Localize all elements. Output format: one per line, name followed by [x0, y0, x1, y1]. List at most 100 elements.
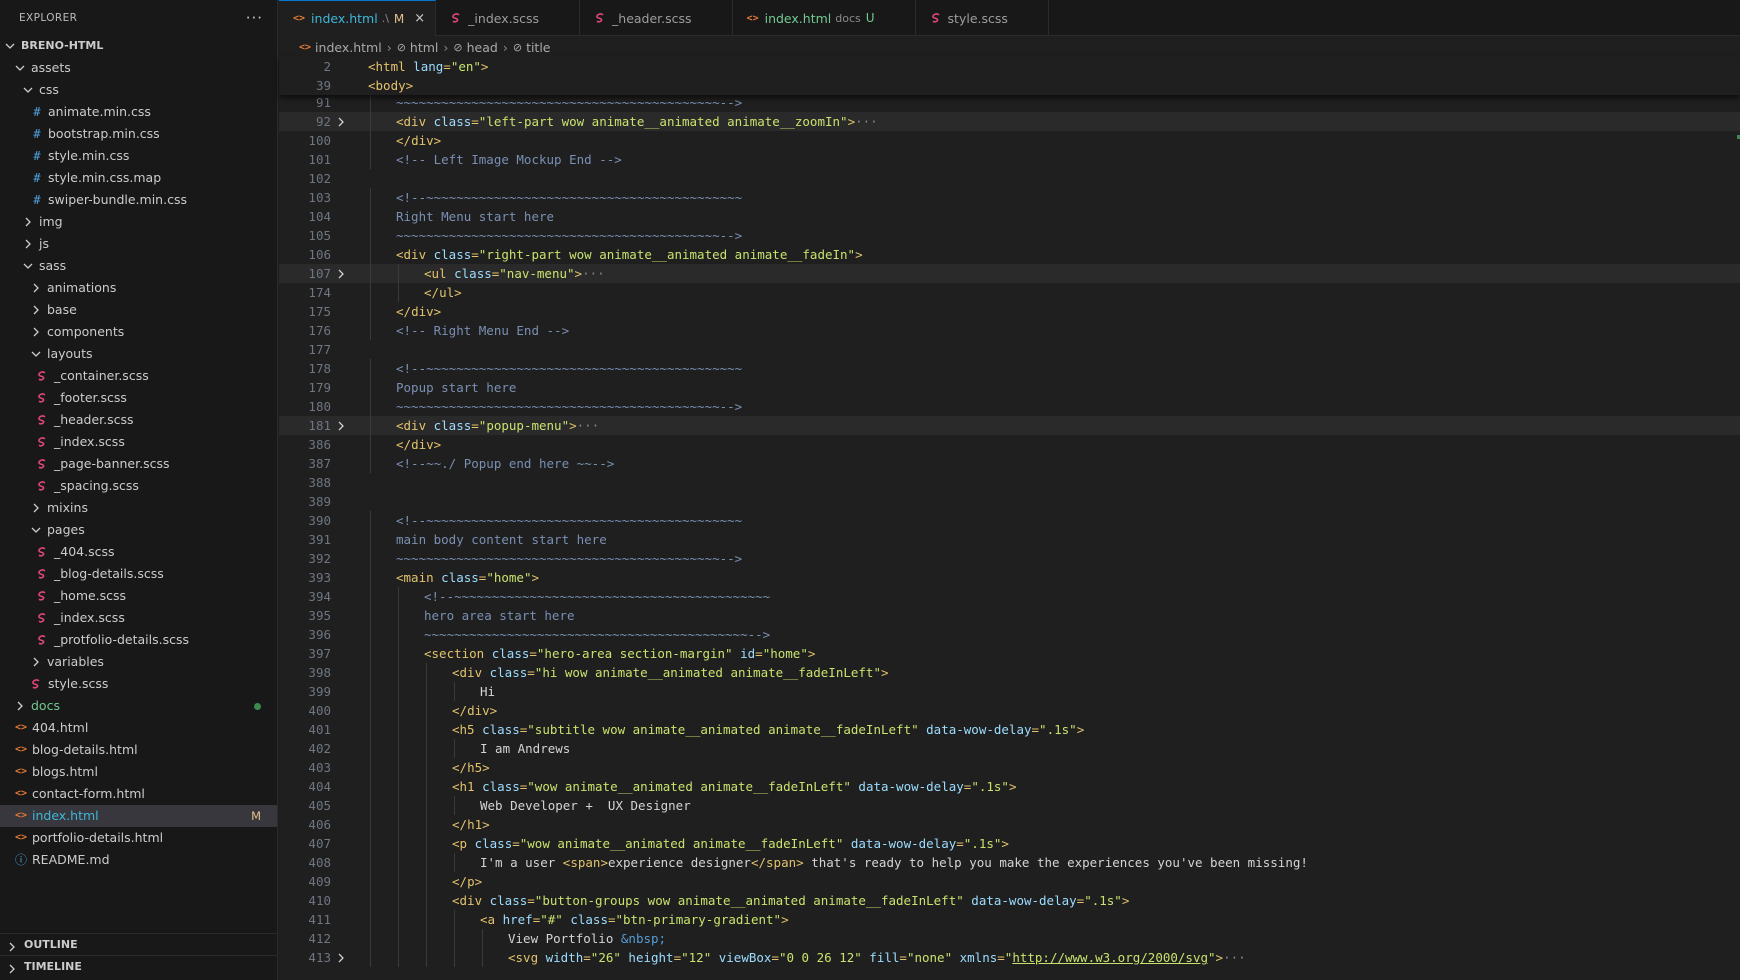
- folded-ellipsis[interactable]: ···: [582, 266, 605, 281]
- tree-file[interactable]: _container.scss: [0, 365, 277, 387]
- breadcrumb-item[interactable]: ⊘ html: [397, 40, 439, 55]
- code-line[interactable]: 178 <!--~~~~~~~~~~~~~~~~~~~~~~~~~~~~~~~~~…: [279, 359, 1740, 378]
- code-line[interactable]: 396 ~~~~~~~~~~~~~~~~~~~~~~~~~~~~~~~~~~~~~…: [279, 625, 1740, 644]
- code-line[interactable]: 101 <!-- Left Image Mockup End -->: [279, 150, 1740, 169]
- tree-file[interactable]: _home.scss: [0, 585, 277, 607]
- tree-folder[interactable]: css: [0, 79, 277, 101]
- code-line[interactable]: 403 </h5>: [279, 758, 1740, 777]
- breadcrumb-item[interactable]: <> index.html: [299, 40, 382, 55]
- tree-file[interactable]: <> blogs.html: [0, 761, 277, 783]
- code-line[interactable]: 103 <!--~~~~~~~~~~~~~~~~~~~~~~~~~~~~~~~~~…: [279, 188, 1740, 207]
- code-line[interactable]: 177: [279, 340, 1740, 359]
- code-line[interactable]: 393 <main class="home">: [279, 568, 1740, 587]
- code-line[interactable]: 398 <div class="hi wow animate__animated …: [279, 663, 1740, 682]
- code-line[interactable]: 91 ~~~~~~~~~~~~~~~~~~~~~~~~~~~~~~~~~~~~~~…: [279, 93, 1740, 112]
- tree-folder[interactable]: assets: [0, 57, 277, 79]
- code-view[interactable]: 2 <html lang="en"> 39 <body> 91 ~~~~~~~~~~~~…: [279, 57, 1740, 980]
- breadcrumb-item[interactable]: ⊘ title: [513, 40, 551, 55]
- tree-folder[interactable]: docs: [0, 695, 277, 717]
- tree-folder[interactable]: base: [0, 299, 277, 321]
- code-line[interactable]: 397 <section class="hero-area section-mar…: [279, 644, 1740, 663]
- code-line[interactable]: 406 </h1>: [279, 815, 1740, 834]
- code-line[interactable]: 405 Web Developer + UX Designer: [279, 796, 1740, 815]
- code-line[interactable]: 106 <div class="right-part wow animate__a…: [279, 245, 1740, 264]
- code-line[interactable]: 411 <a href="#" class="btn-primary-gradie…: [279, 910, 1740, 929]
- editor-tab[interactable]: _index.scss: [436, 0, 581, 36]
- tree-file[interactable]: <> 404.html: [0, 717, 277, 739]
- fold-chevron-icon[interactable]: [331, 416, 351, 435]
- code-line[interactable]: 401 <h5 class = "subtitle wow animate__anim…: [279, 720, 1740, 739]
- tree-file[interactable]: # style.min.css: [0, 145, 277, 167]
- code-line[interactable]: 404 <h1 class="wow animate__animated anim…: [279, 777, 1740, 796]
- tree-folder[interactable]: variables: [0, 651, 277, 673]
- fold-chevron-icon[interactable]: [331, 264, 351, 283]
- code-line[interactable]: 390 <!--~~~~~~~~~~~~~~~~~~~~~~~~~~~~~~~~~…: [279, 511, 1740, 530]
- code-line[interactable]: 175 </div>: [279, 302, 1740, 321]
- tree-folder[interactable]: layouts: [0, 343, 277, 365]
- code-line[interactable]: 402 I am Andrews: [279, 739, 1740, 758]
- more-actions-icon[interactable]: ···: [246, 9, 263, 27]
- tree-file[interactable]: _header.scss: [0, 409, 277, 431]
- tree-file[interactable]: <> index.html M: [0, 805, 277, 827]
- tree-folder[interactable]: mixins: [0, 497, 277, 519]
- tree-file[interactable]: _404.scss: [0, 541, 277, 563]
- link-url[interactable]: http://www.w3.org/2000/svg: [1012, 950, 1208, 965]
- code-line[interactable]: 2 <html lang="en">: [279, 57, 1740, 76]
- code-line[interactable]: 104 Right Menu start here: [279, 207, 1740, 226]
- tree-file[interactable]: <> contact-form.html: [0, 783, 277, 805]
- code-line[interactable]: 408 I'm a user <span>experience designer<…: [279, 853, 1740, 872]
- code-line[interactable]: 107 <ul class="nav-menu">···: [279, 264, 1740, 283]
- tree-file[interactable]: _spacing.scss: [0, 475, 277, 497]
- editor-tab[interactable]: <> index.html .\ M ×: [279, 0, 437, 36]
- tree-file[interactable]: _protfolio-details.scss: [0, 629, 277, 651]
- code-line[interactable]: 176 <!-- Right Menu End -->: [279, 321, 1740, 340]
- tree-file[interactable]: _blog-details.scss: [0, 563, 277, 585]
- tree-file[interactable]: ⓘ README.md: [0, 849, 277, 871]
- tree-file[interactable]: _page-banner.scss: [0, 453, 277, 475]
- tree-folder[interactable]: animations: [0, 277, 277, 299]
- tree-file[interactable]: _index.scss: [0, 607, 277, 629]
- tree-file[interactable]: # animate.min.css: [0, 101, 277, 123]
- tree-folder[interactable]: components: [0, 321, 277, 343]
- code-line[interactable]: 105 ~~~~~~~~~~~~~~~~~~~~~~~~~~~~~~~~~~~~~…: [279, 226, 1740, 245]
- tree-file[interactable]: _footer.scss: [0, 387, 277, 409]
- code-line[interactable]: 180 ~~~~~~~~~~~~~~~~~~~~~~~~~~~~~~~~~~~~~…: [279, 397, 1740, 416]
- code-line[interactable]: 179 Popup start here: [279, 378, 1740, 397]
- code-line[interactable]: 389: [279, 492, 1740, 511]
- fold-chevron-icon[interactable]: [331, 948, 351, 967]
- code-line[interactable]: 400 </div>: [279, 701, 1740, 720]
- code-line[interactable]: 394 <!--~~~~~~~~~~~~~~~~~~~~~~~~~~~~~~~~~…: [279, 587, 1740, 606]
- code-line[interactable]: 391 main body content start here: [279, 530, 1740, 549]
- tree-file[interactable]: # swiper-bundle.min.css: [0, 189, 277, 211]
- close-icon[interactable]: ×: [414, 11, 425, 26]
- tree-folder[interactable]: js: [0, 233, 277, 255]
- tree-file[interactable]: # style.min.css.map: [0, 167, 277, 189]
- code-line[interactable]: 409 </p>: [279, 872, 1740, 891]
- code-line[interactable]: 102: [279, 169, 1740, 188]
- editor-tab[interactable]: <> index.html docs U: [733, 0, 916, 36]
- outline-panel-header[interactable]: OUTLINE: [0, 933, 278, 955]
- folded-ellipsis[interactable]: ···: [1223, 950, 1246, 965]
- code-line[interactable]: 407 <p class="wow animate__animated anima…: [279, 834, 1740, 853]
- timeline-panel-header[interactable]: TIMELINE: [0, 955, 278, 977]
- code-line[interactable]: 412 View Portfolio &nbsp;: [279, 929, 1740, 948]
- breadcrumb-item[interactable]: ⊘ head: [453, 40, 497, 55]
- tree-file[interactable]: style.scss: [0, 673, 277, 695]
- tree-file[interactable]: _index.scss: [0, 431, 277, 453]
- code-line[interactable]: 392 ~~~~~~~~~~~~~~~~~~~~~~~~~~~~~~~~~~~~~…: [279, 549, 1740, 568]
- explorer-root-folder[interactable]: BRENO-HTML: [0, 35, 277, 57]
- editor-tab[interactable]: style.scss: [916, 0, 1049, 36]
- sticky-scroll-header[interactable]: 2 <html lang="en"> 39 <body>: [279, 57, 1740, 95]
- tree-file[interactable]: <> portfolio-details.html: [0, 827, 277, 849]
- code-line[interactable]: 388: [279, 473, 1740, 492]
- tree-folder[interactable]: pages: [0, 519, 277, 541]
- code-line[interactable]: 387 <!--~~./ Popup end here ~~-->: [279, 454, 1740, 473]
- code-line[interactable]: 100 </div>: [279, 131, 1740, 150]
- code-line[interactable]: 410 <div class="button-groups wow animate…: [279, 891, 1740, 910]
- code-line[interactable]: 399 Hi: [279, 682, 1740, 701]
- folded-ellipsis[interactable]: ···: [855, 114, 878, 129]
- fold-chevron-icon[interactable]: [331, 112, 351, 131]
- code-line[interactable]: 395 hero area start here: [279, 606, 1740, 625]
- folded-ellipsis[interactable]: ···: [577, 418, 600, 433]
- tree-file[interactable]: <> blog-details.html: [0, 739, 277, 761]
